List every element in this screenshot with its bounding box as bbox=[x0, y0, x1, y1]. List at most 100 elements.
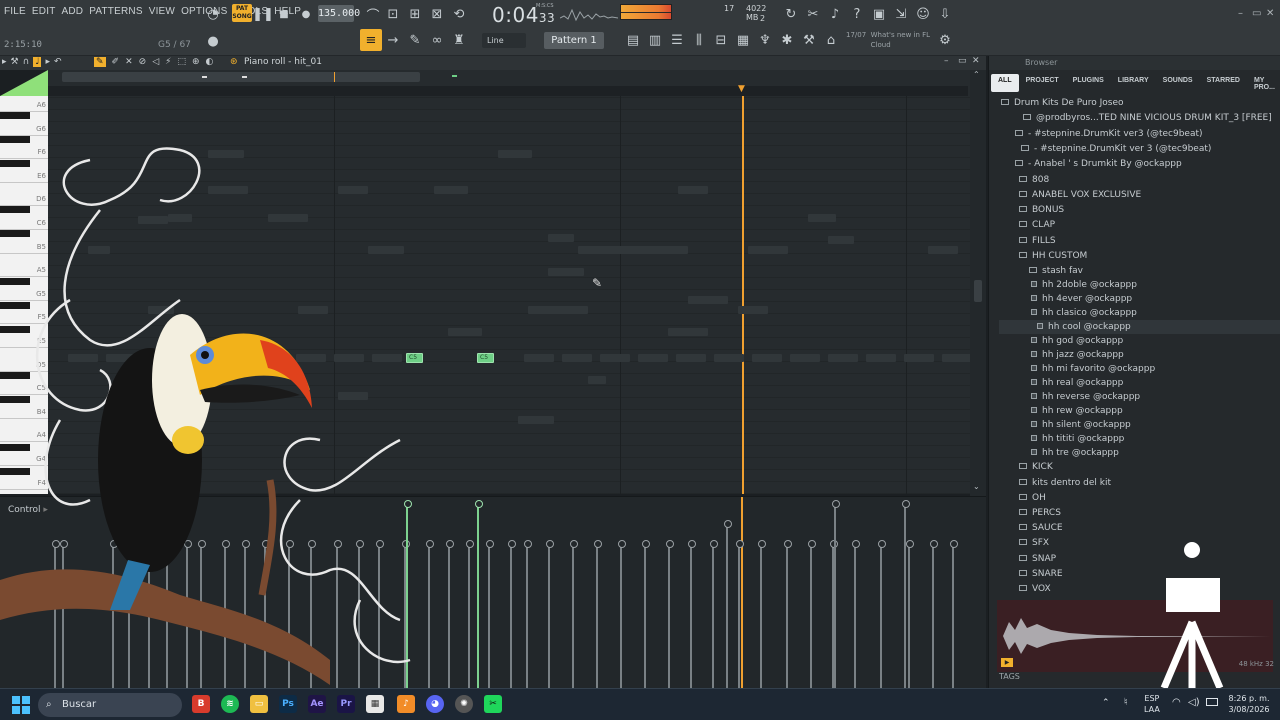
black-key[interactable] bbox=[0, 206, 30, 213]
file-item[interactable]: hh mi favorito @ockappp bbox=[1031, 362, 1155, 376]
tab-project[interactable]: PROJECT bbox=[1019, 74, 1066, 92]
note-c5[interactable]: C5 bbox=[477, 353, 494, 363]
black-key[interactable] bbox=[0, 230, 30, 237]
pitch-knob-icon[interactable]: ◔ bbox=[202, 3, 224, 25]
event-editor[interactable]: Control bbox=[0, 496, 986, 689]
tab-sounds[interactable]: SOUNDS bbox=[1156, 74, 1200, 92]
pat-song-toggle[interactable]: PAT SONG bbox=[232, 4, 252, 22]
zoom-tool-icon[interactable]: ⊕ bbox=[192, 57, 200, 67]
velocity-lane[interactable] bbox=[48, 497, 970, 689]
browser-icon[interactable]: ⊟ bbox=[710, 29, 732, 51]
velocity-bar[interactable] bbox=[334, 540, 342, 689]
folder-item[interactable]: - #stepnine.DrumKit ver 3 (@tec9beat) bbox=[1021, 142, 1211, 156]
piano-keyboard[interactable]: A6G6F6E6D6C6B5A5G5F5E5D5C5B4A4G4F4E4D4 bbox=[0, 96, 48, 494]
control-label[interactable]: Control bbox=[8, 505, 48, 515]
velocity-bar[interactable] bbox=[508, 540, 516, 689]
brave-icon[interactable]: B bbox=[192, 695, 210, 713]
channel-rack-icon[interactable]: ☰ bbox=[666, 29, 688, 51]
tab-my-projects[interactable]: MY PRO... bbox=[1247, 74, 1280, 92]
piano-key-g6[interactable]: G6 bbox=[0, 124, 48, 136]
settings-gear-icon[interactable]: ⚙ bbox=[934, 29, 956, 51]
menu-patterns[interactable]: PATTERNS bbox=[89, 6, 142, 17]
slice-tool-icon[interactable]: ⚡ bbox=[165, 57, 171, 67]
slip-tool-icon[interactable]: ◁ bbox=[152, 57, 159, 67]
countdown-icon[interactable]: ⊞ bbox=[404, 3, 426, 25]
file-item[interactable]: hh jazz @ockappp bbox=[1031, 348, 1124, 362]
playhead-marker-icon[interactable]: ▼ bbox=[738, 84, 745, 94]
black-key[interactable] bbox=[0, 396, 30, 403]
folder-item[interactable]: stash fav bbox=[1029, 264, 1083, 278]
velocity-bar[interactable] bbox=[950, 540, 958, 689]
velocity-bar[interactable] bbox=[446, 540, 454, 689]
windows-start-icon[interactable] bbox=[12, 696, 30, 714]
folder-item[interactable]: Drum Kits De Puro Joseo bbox=[1001, 96, 1124, 110]
paint-tool-icon[interactable]: ✐ bbox=[112, 57, 120, 67]
play-tool-icon[interactable]: ▸ bbox=[45, 57, 50, 67]
tempo-display[interactable]: 135.000 bbox=[318, 5, 360, 22]
tab-starred[interactable]: STARRED bbox=[1200, 74, 1247, 92]
velocity-bar[interactable] bbox=[808, 540, 816, 689]
velocity-bar[interactable] bbox=[832, 500, 840, 689]
folder-item[interactable]: CLAP bbox=[1019, 218, 1055, 232]
velocity-bar[interactable] bbox=[376, 540, 384, 689]
piano-roll-icon[interactable]: ▥ bbox=[644, 29, 666, 51]
loop-record-icon[interactable]: ⟲ bbox=[448, 3, 470, 25]
fl-studio-icon[interactable]: ♪ bbox=[397, 695, 415, 713]
tab-all[interactable]: ALL bbox=[991, 74, 1019, 92]
maximize-icon[interactable]: ▭ bbox=[1252, 8, 1261, 19]
velocity-bar[interactable] bbox=[878, 540, 886, 689]
velocity-bar[interactable] bbox=[184, 540, 192, 689]
stamp-icon[interactable]: ♜ bbox=[448, 29, 470, 51]
scroll-down-icon[interactable]: ⌄ bbox=[973, 482, 980, 491]
timeline-ruler[interactable]: 2 3 4 ▼ bbox=[48, 70, 986, 111]
black-key[interactable] bbox=[0, 160, 30, 167]
velocity-bar[interactable] bbox=[546, 540, 554, 689]
brush-icon[interactable]: ✎ bbox=[404, 29, 426, 51]
piano-key-a6[interactable]: A6 bbox=[0, 100, 48, 112]
close-icon[interactable]: ✕ bbox=[1266, 8, 1274, 19]
folder-item[interactable]: HH CUSTOM bbox=[1019, 249, 1087, 263]
step-edit-icon[interactable]: ⊠ bbox=[426, 3, 448, 25]
file-item[interactable]: hh rew @ockappp bbox=[1031, 404, 1123, 418]
chat-icon[interactable]: ☺ bbox=[912, 3, 934, 25]
piano-key-c6[interactable]: C6 bbox=[0, 218, 48, 230]
mic-icon[interactable]: ♪ bbox=[824, 3, 846, 25]
piano-key-e5[interactable]: E5 bbox=[0, 336, 48, 348]
piano-key-b5[interactable]: B5 bbox=[0, 242, 48, 254]
file-item[interactable]: hh clasico @ockappp bbox=[1031, 306, 1137, 320]
tray-mic-icon[interactable]: ♮ bbox=[1124, 697, 1128, 708]
folder-item[interactable]: 808 bbox=[1019, 173, 1049, 187]
velocity-bar[interactable] bbox=[426, 540, 434, 689]
undo-icon[interactable]: ↻ bbox=[780, 3, 802, 25]
velocity-bar[interactable] bbox=[736, 540, 744, 689]
velocity-bar[interactable] bbox=[262, 540, 270, 689]
plugin-picker-icon[interactable]: ♆ bbox=[754, 29, 776, 51]
plugin-db-icon[interactable]: ▦ bbox=[732, 29, 754, 51]
note-c5[interactable]: C5 bbox=[406, 353, 423, 363]
record-button[interactable]: ● bbox=[295, 3, 317, 25]
velocity-bar[interactable] bbox=[758, 540, 766, 689]
preview-play-icon[interactable]: ▶ bbox=[1001, 658, 1013, 667]
after-effects-icon[interactable]: Ae bbox=[308, 695, 326, 713]
velocity-bar[interactable] bbox=[570, 540, 578, 689]
piano-key-d5[interactable]: D5 bbox=[0, 360, 48, 372]
minimize-icon[interactable]: – bbox=[1238, 8, 1243, 19]
menu-file[interactable]: FILE bbox=[4, 6, 26, 17]
arrow-icon[interactable]: → bbox=[382, 29, 404, 51]
file-item[interactable]: hh 4ever @ockappp bbox=[1031, 292, 1132, 306]
file-item[interactable]: hh cool @ockappp bbox=[999, 320, 1280, 335]
tags-label[interactable]: TAGS bbox=[999, 672, 1020, 681]
vertical-scrollbar[interactable]: ⌃ ⌄ bbox=[970, 70, 986, 496]
black-key[interactable] bbox=[0, 468, 30, 475]
black-key[interactable] bbox=[0, 372, 30, 379]
studio-icon[interactable]: ⌂ bbox=[820, 29, 842, 51]
velocity-bar[interactable] bbox=[524, 540, 532, 689]
file-item[interactable]: hh real @ockappp bbox=[1031, 376, 1123, 390]
piano-key-d6[interactable]: D6 bbox=[0, 194, 48, 207]
playback-tool-icon[interactable]: ◐ bbox=[206, 57, 214, 67]
spotify-icon[interactable]: ≋ bbox=[221, 695, 239, 713]
velocity-bar[interactable] bbox=[906, 540, 914, 689]
pattern-select[interactable]: Pattern 1 bbox=[544, 32, 604, 49]
velocity-bar[interactable] bbox=[286, 540, 294, 689]
velocity-bar[interactable] bbox=[852, 540, 860, 689]
